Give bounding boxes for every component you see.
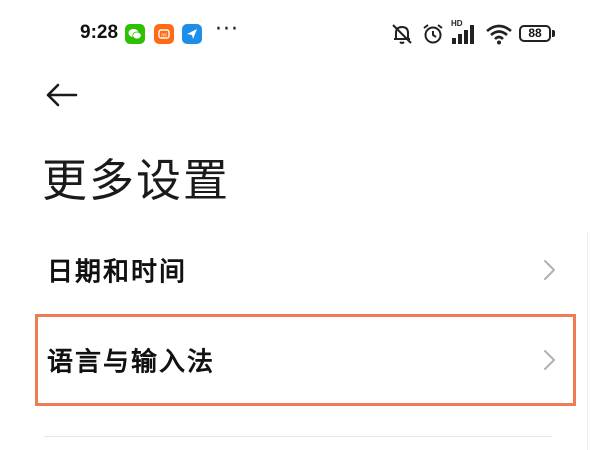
wifi-icon bbox=[486, 24, 512, 45]
screen: 9:28 mi ··· HD 88 更多设置 日期和时间 语言与输入法 bbox=[0, 0, 600, 450]
back-button[interactable] bbox=[44, 78, 84, 112]
page-title: 更多设置 bbox=[42, 154, 231, 207]
scroll-edge bbox=[587, 232, 588, 450]
battery-tip bbox=[552, 30, 555, 37]
list-item-label: 语言与输入法 bbox=[47, 347, 216, 378]
send-icon bbox=[182, 24, 202, 44]
svg-text:mi: mi bbox=[161, 33, 166, 39]
hd-signal-icon: HD bbox=[451, 19, 474, 44]
status-time: 9:28 bbox=[80, 22, 119, 43]
list-item-language-input[interactable]: 语言与输入法 bbox=[36, 316, 576, 404]
battery-icon: 88 bbox=[519, 25, 551, 42]
status-bar: 9:28 mi ··· HD 88 bbox=[0, 14, 600, 54]
hd-badge: HD bbox=[451, 19, 463, 28]
mi-app-icon: mi bbox=[154, 24, 174, 44]
chevron-right-icon bbox=[544, 350, 555, 370]
alarm-icon bbox=[423, 24, 443, 44]
wechat-icon bbox=[125, 24, 145, 44]
divider bbox=[44, 436, 552, 437]
list-item-date-time[interactable]: 日期和时间 bbox=[36, 226, 576, 314]
mute-icon bbox=[392, 24, 412, 44]
list-item-label: 日期和时间 bbox=[47, 257, 188, 288]
chevron-right-icon bbox=[544, 260, 555, 280]
arrow-left-icon bbox=[46, 83, 78, 107]
more-notifications-indicator: ··· bbox=[215, 17, 239, 42]
